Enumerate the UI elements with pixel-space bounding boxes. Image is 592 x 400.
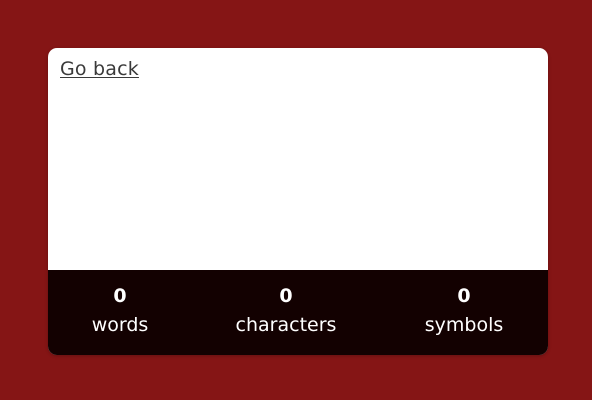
symbols-count: 0 xyxy=(457,285,471,307)
go-back-link[interactable]: Go back xyxy=(60,58,139,80)
characters-count: 0 xyxy=(279,285,293,307)
text-input[interactable] xyxy=(48,88,548,270)
words-count: 0 xyxy=(113,285,127,307)
counter-card: Go back 0 words 0 characters 0 symbols xyxy=(48,48,548,355)
stats-bar: 0 words 0 characters 0 symbols xyxy=(48,270,548,355)
words-stat: 0 words xyxy=(92,270,149,355)
characters-label: characters xyxy=(235,314,337,336)
words-label: words xyxy=(91,314,149,336)
characters-stat: 0 characters xyxy=(236,270,337,355)
symbols-stat: 0 symbols xyxy=(425,270,504,355)
symbols-label: symbols xyxy=(424,314,504,336)
